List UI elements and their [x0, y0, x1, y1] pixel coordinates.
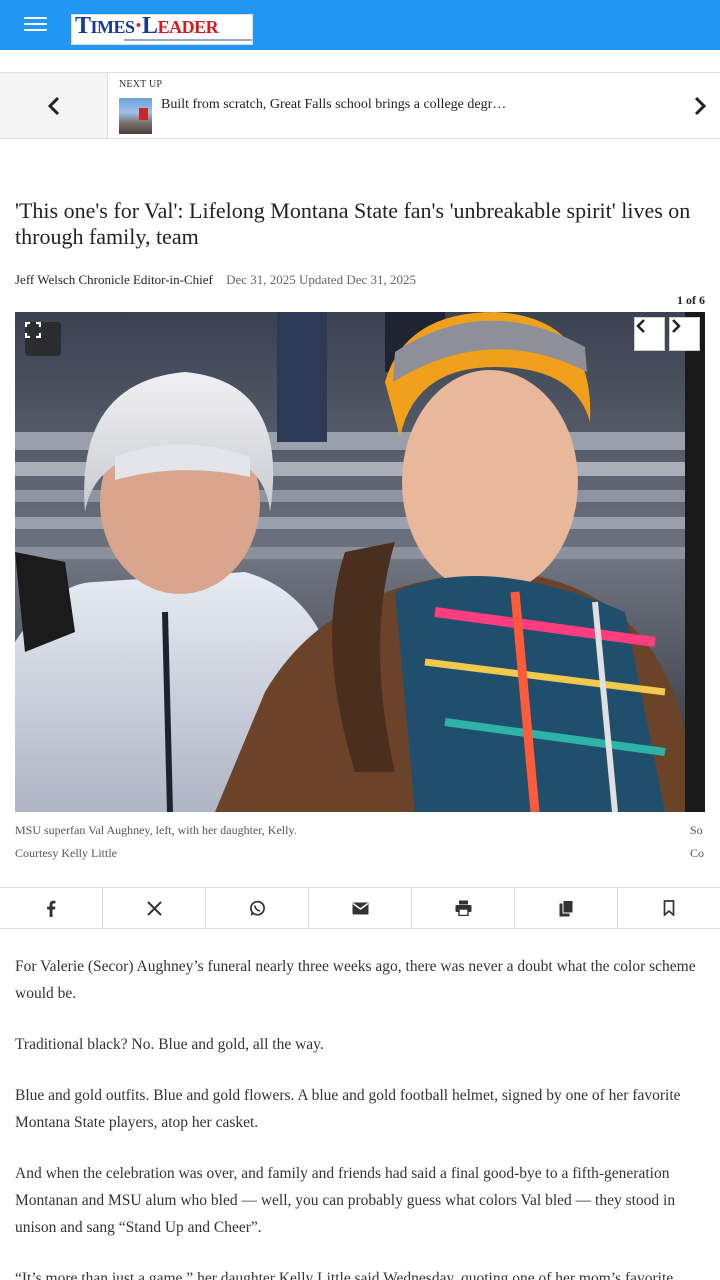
site-header: TIMES·LEADER — [0, 0, 720, 50]
fullscreen-button[interactable] — [25, 322, 61, 356]
photo-caption: MSU superfan Val Aughney, left, with her… — [15, 823, 297, 837]
article-paragraph: Traditional black? No. Blue and gold, al… — [15, 1036, 324, 1053]
share-whatsapp-button[interactable] — [206, 888, 309, 928]
bookmark-button[interactable] — [618, 888, 720, 928]
gallery-next-button[interactable] — [669, 317, 700, 351]
menu-icon[interactable] — [24, 15, 48, 33]
chevron-left-icon — [47, 96, 59, 115]
article-body: For Valerie (Secor) Aughney’s funeral ne… — [15, 953, 705, 1280]
article-paragraph: “It’s more than just a game,” her daught… — [15, 1270, 674, 1280]
whatsapp-icon — [249, 900, 265, 916]
logo-wordmark: TIMES·LEADER — [75, 13, 219, 39]
author-link[interactable]: Jeff Welsch Chronicle Editor-in-Chief — [15, 272, 213, 287]
gallery-photo[interactable] — [15, 312, 705, 812]
next-photo-caption: So — [690, 823, 703, 837]
chevron-right-icon — [694, 96, 707, 115]
share-facebook-button[interactable] — [0, 888, 103, 928]
expand-icon — [25, 322, 41, 338]
share-bar — [0, 887, 720, 929]
chevron-left-icon — [636, 319, 645, 333]
next-up-bar: NEXT UP Built from scratch, Great Falls … — [0, 72, 720, 139]
next-up-label: NEXT UP — [119, 79, 163, 90]
logo-tagline — [124, 39, 252, 41]
next-up-thumbnail[interactable] — [119, 98, 152, 134]
next-up-title[interactable]: Built from scratch, Great Falls school b… — [161, 97, 506, 113]
photo-illustration — [15, 312, 705, 812]
next-article-button[interactable] — [680, 73, 720, 138]
publish-dates: Dec 31, 2025 Updated Dec 31, 2025 — [226, 272, 417, 287]
copy-icon — [559, 899, 573, 916]
copy-link-button[interactable] — [515, 888, 618, 928]
next-photo-credit: Co — [690, 846, 705, 860]
previous-article-button[interactable] — [0, 73, 108, 138]
bookmark-icon — [663, 900, 675, 916]
share-email-button[interactable] — [309, 888, 412, 928]
facebook-icon — [47, 900, 56, 917]
print-button[interactable] — [412, 888, 515, 928]
article-paragraph: And when the celebration was over, and f… — [15, 1165, 676, 1236]
email-icon — [352, 902, 368, 914]
x-icon — [146, 900, 162, 916]
gallery-counter: 1 of 6 — [677, 293, 705, 307]
article-paragraph: For Valerie (Secor) Aughney’s funeral ne… — [15, 958, 696, 1002]
chevron-right-icon — [672, 319, 681, 333]
print-icon — [455, 900, 471, 916]
article-headline: 'This one's for Val': Lifelong Montana S… — [15, 198, 691, 249]
article-paragraph: Blue and gold outfits. Blue and gold flo… — [15, 1087, 681, 1131]
site-logo[interactable]: TIMES·LEADER — [71, 13, 253, 45]
share-x-button[interactable] — [103, 888, 206, 928]
gallery-previous-button[interactable] — [634, 317, 665, 351]
byline: Jeff Welsch Chronicle Editor-in-Chief De… — [15, 272, 416, 288]
photo-credit: Courtesy Kelly Little — [15, 846, 117, 860]
